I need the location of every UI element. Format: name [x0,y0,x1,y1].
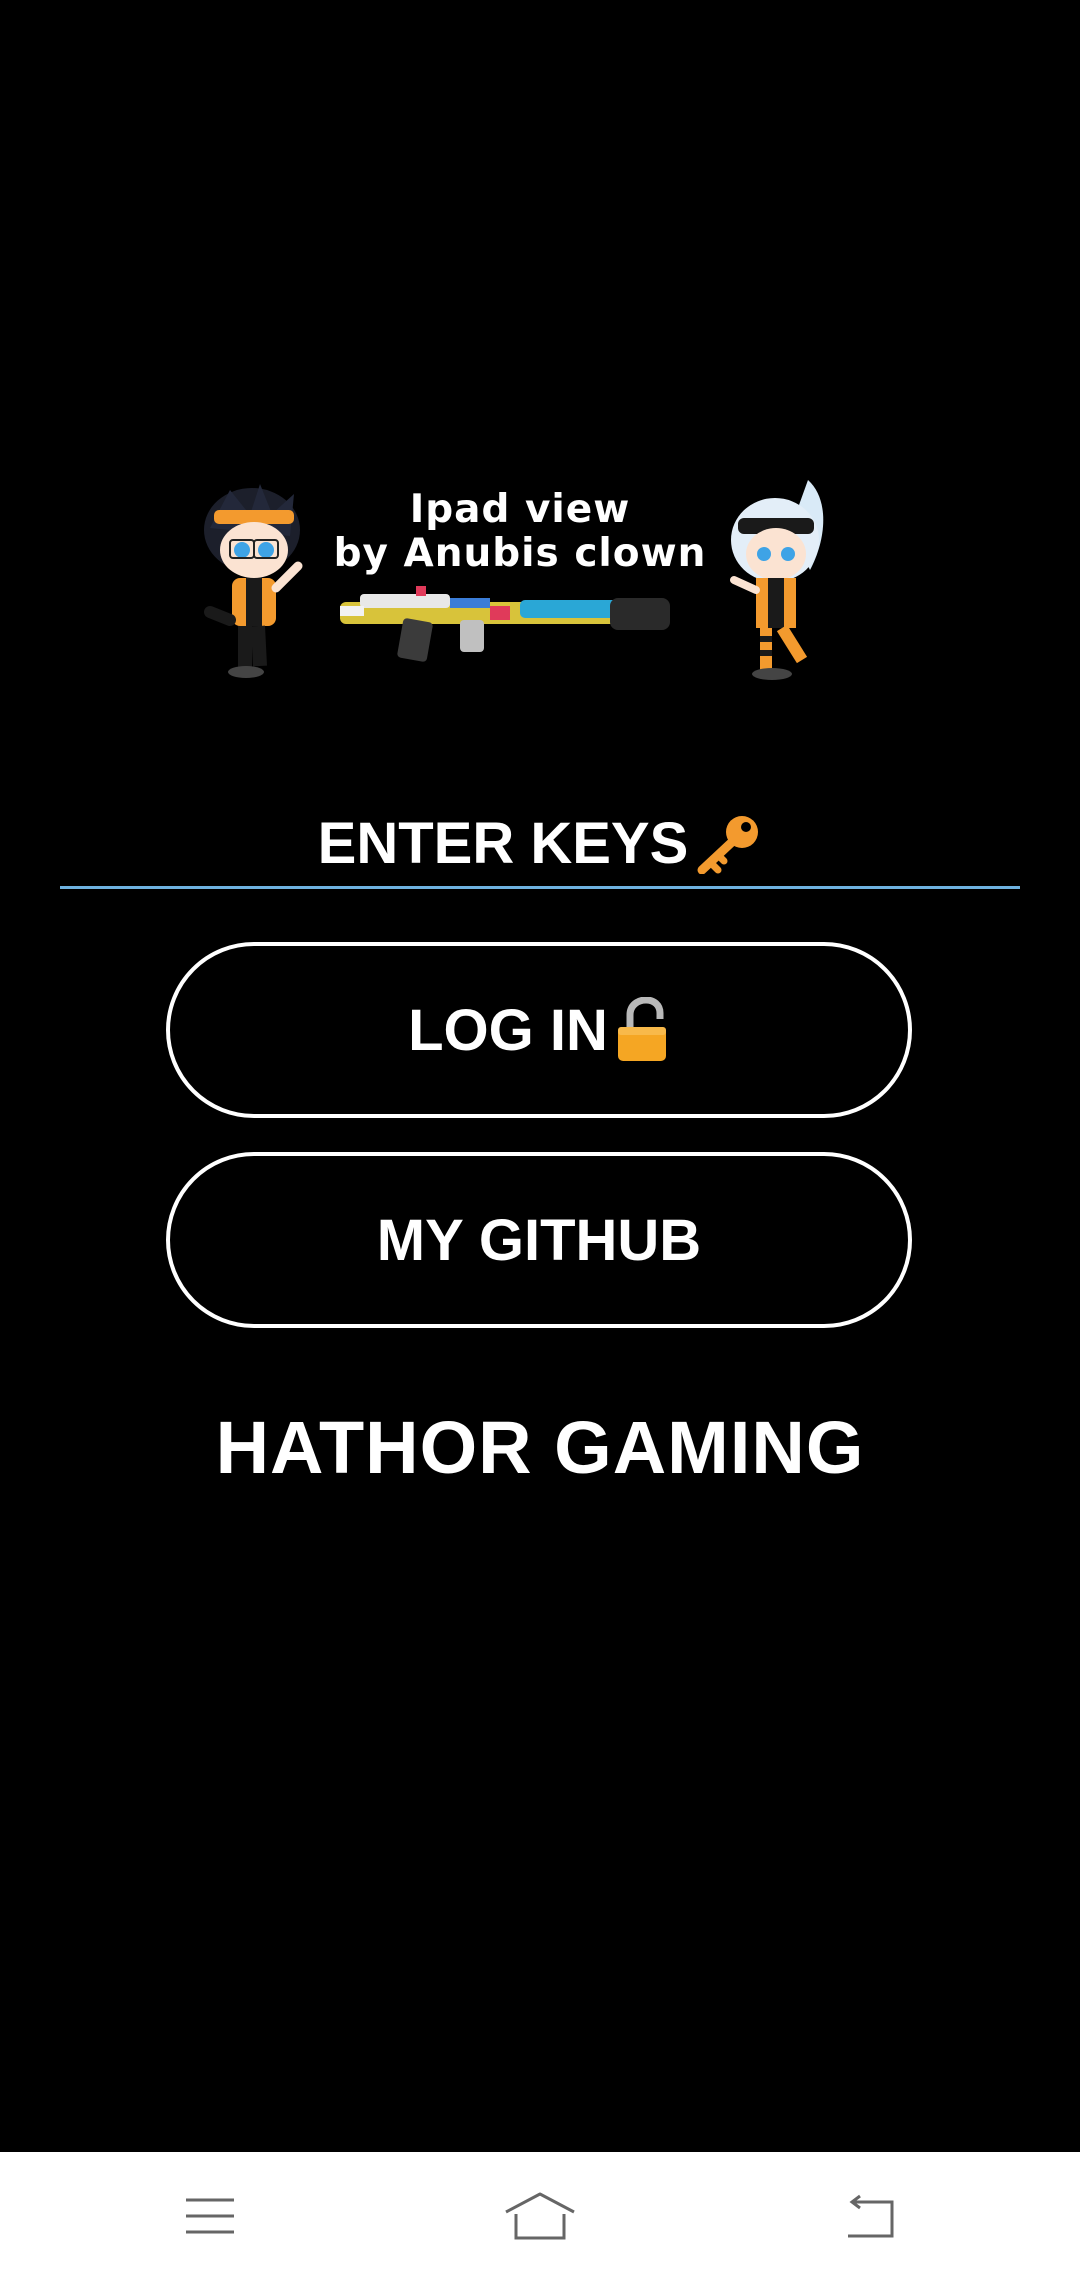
right-character-illustration [730,480,824,680]
nav-home-button[interactable] [450,2152,630,2280]
github-button-label: MY GITHUB [376,1207,702,1273]
nav-back-button[interactable] [780,2152,960,2280]
menu-icon [186,2198,234,2234]
system-navigation-bar [0,2152,1080,2280]
key-input-field[interactable]: ENTER KEYS [60,800,1020,889]
login-button[interactable]: LOG IN [166,942,912,1118]
back-icon [848,2194,894,2238]
github-button[interactable]: MY GITHUB [166,1152,912,1328]
banner-image: Ipad view by Anubis clown [190,470,890,690]
rifle-illustration [340,586,670,662]
key-input-placeholder: ENTER KEYS [317,810,689,876]
left-character-illustration [204,484,303,678]
banner-caption: Ipad view by Anubis clown [320,488,720,576]
banner-line-2: by Anubis clown [333,531,707,576]
banner-line-1: Ipad view [409,487,631,532]
key-icon [694,812,762,875]
app-area: Ipad view by Anubis clown ENTER KEYS LOG… [0,0,1080,2152]
unlocked-padlock-icon [614,996,670,1063]
nav-menu-button[interactable] [120,2152,300,2280]
home-icon [505,2192,575,2240]
app-title: HATHOR GAMING [215,1406,865,1489]
login-button-label: LOG IN [408,997,608,1063]
screen: Ipad view by Anubis clown ENTER KEYS LOG… [0,0,1080,2280]
